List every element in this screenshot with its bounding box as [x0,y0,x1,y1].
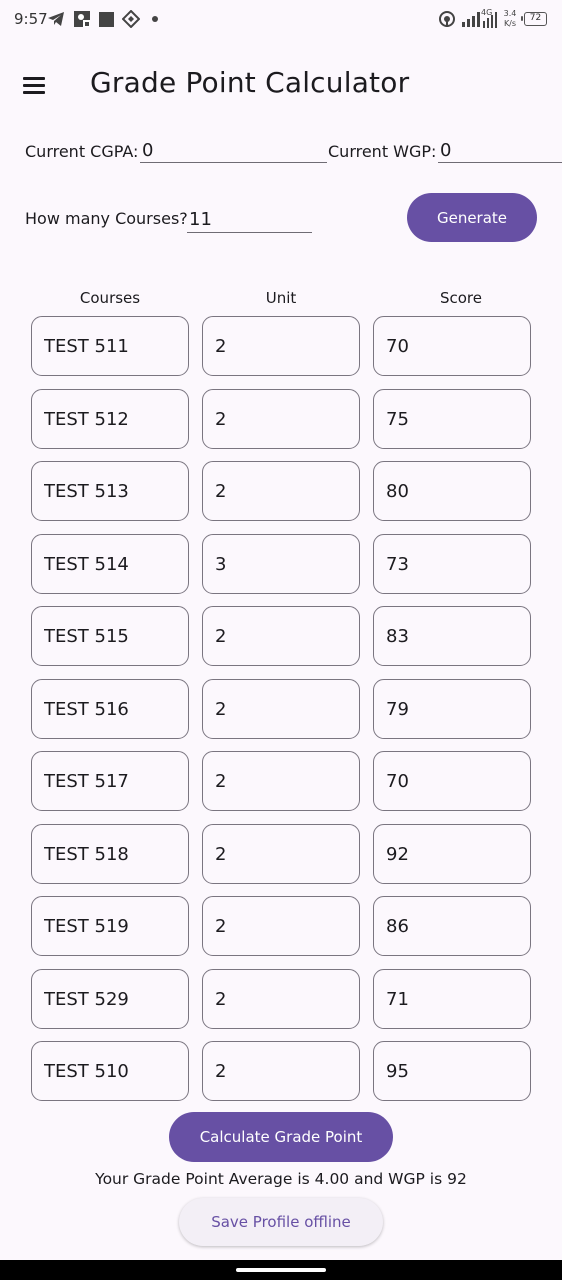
signal-icon [460,10,482,28]
unit-input[interactable] [202,606,360,666]
dot-icon [150,10,160,28]
unit-input[interactable] [202,1041,360,1101]
photo-icon [72,10,92,28]
unit-input[interactable] [202,751,360,811]
network-speed: 3.4 K/s [503,9,517,28]
score-input[interactable] [373,824,531,884]
battery-icon: 72 [521,12,547,26]
column-header-unit: Unit [265,289,297,307]
table-row [31,969,531,1029]
score-input[interactable] [373,461,531,521]
calculate-button[interactable]: Calculate Grade Point [169,1112,393,1162]
result-text: Your Grade Point Average is 4.00 and WGP… [95,1170,467,1188]
square-icon [98,10,116,28]
unit-input[interactable] [202,824,360,884]
table-row [31,896,531,956]
wgp-label: Current WGP: [328,142,437,161]
table-row [31,679,531,739]
wifi-icon: 4G [481,8,501,28]
unit-input[interactable] [202,389,360,449]
courses-count-label: How many Courses? [25,209,188,228]
table-row [31,316,531,376]
column-header-score: Score [439,289,482,307]
app-icon [121,10,141,28]
table-row [31,534,531,594]
menu-icon[interactable] [22,75,48,97]
save-profile-button[interactable]: Save Profile offline [179,1198,383,1246]
course-input[interactable] [31,824,189,884]
network-type: 4G [481,8,493,17]
table-row [31,751,531,811]
score-input[interactable] [373,896,531,956]
hotspot-icon [437,10,457,28]
course-input[interactable] [31,389,189,449]
course-input[interactable] [31,316,189,376]
table-row [31,606,531,666]
table-row [31,461,531,521]
home-gesture-handle[interactable] [236,1268,326,1272]
course-input[interactable] [31,679,189,739]
score-input[interactable] [373,679,531,739]
course-input[interactable] [31,534,189,594]
unit-input[interactable] [202,679,360,739]
unit-input[interactable] [202,534,360,594]
course-input[interactable] [31,896,189,956]
score-input[interactable] [373,969,531,1029]
course-input[interactable] [31,606,189,666]
page-title: Grade Point Calculator [90,66,410,99]
course-input[interactable] [31,751,189,811]
score-input[interactable] [373,534,531,594]
telegram-icon [46,10,66,28]
unit-input[interactable] [202,461,360,521]
cgpa-input[interactable] [140,140,327,163]
cgpa-label: Current CGPA: [25,142,139,161]
table-row [31,824,531,884]
unit-input[interactable] [202,969,360,1029]
generate-button[interactable]: Generate [407,193,537,242]
score-input[interactable] [373,316,531,376]
column-header-courses: Courses [79,289,141,307]
status-bar: 9:57 4G 3.4 K/s 72 [0,0,562,40]
score-input[interactable] [373,606,531,666]
unit-input[interactable] [202,896,360,956]
unit-input[interactable] [202,316,360,376]
app-screen: 9:57 4G 3.4 K/s 72 Grade Point Calculato… [0,0,562,1280]
score-input[interactable] [373,751,531,811]
course-input[interactable] [31,969,189,1029]
score-input[interactable] [373,1041,531,1101]
course-input[interactable] [31,1041,189,1101]
score-input[interactable] [373,389,531,449]
courses-count-input[interactable] [187,208,312,233]
status-time: 9:57 [14,10,48,28]
course-input[interactable] [31,461,189,521]
wgp-input[interactable] [438,140,562,163]
table-row [31,389,531,449]
table-row [31,1041,531,1101]
